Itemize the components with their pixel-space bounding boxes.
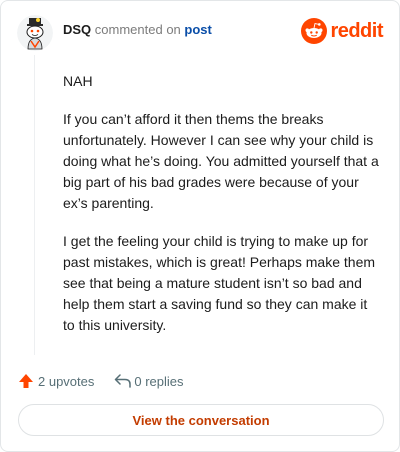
comment-paragraph: NAH: [63, 73, 93, 89]
reply-button[interactable]: 0 replies: [114, 373, 184, 389]
upvote-arrow-icon: [19, 374, 33, 388]
reply-count: 0 replies: [134, 373, 184, 389]
comment-paragraph: I get the feeling your child is trying t…: [63, 233, 376, 333]
brand-wordmark: reddit: [330, 19, 383, 42]
comment-header: DSQ commented on post reddit: [17, 15, 383, 51]
reddit-logo-icon: [301, 18, 328, 44]
comment-meta: DSQ commented on post: [63, 22, 212, 38]
comment-paragraph: If you can’t afford it then thems the br…: [63, 111, 379, 211]
post-link[interactable]: post: [184, 22, 211, 37]
reply-arrow-icon: [115, 374, 132, 388]
comment-embed-card: DSQ commented on post reddit NAH If you …: [0, 0, 400, 452]
action-text: commented on: [94, 22, 181, 37]
snoo-avatar-icon: [17, 15, 53, 51]
username-link[interactable]: DSQ: [63, 22, 91, 37]
comment-actions: 2 upvotes 0 replies: [18, 371, 184, 391]
view-conversation-button[interactable]: View the conversation: [18, 404, 384, 436]
reddit-brand[interactable]: reddit: [301, 18, 383, 44]
upvote-button[interactable]: 2 upvotes: [18, 373, 94, 389]
upvote-count: 2 upvotes: [38, 373, 95, 389]
avatar[interactable]: [17, 15, 53, 51]
thread-line: [34, 55, 35, 355]
comment-body: NAH If you can’t afford it then thems th…: [63, 71, 379, 353]
